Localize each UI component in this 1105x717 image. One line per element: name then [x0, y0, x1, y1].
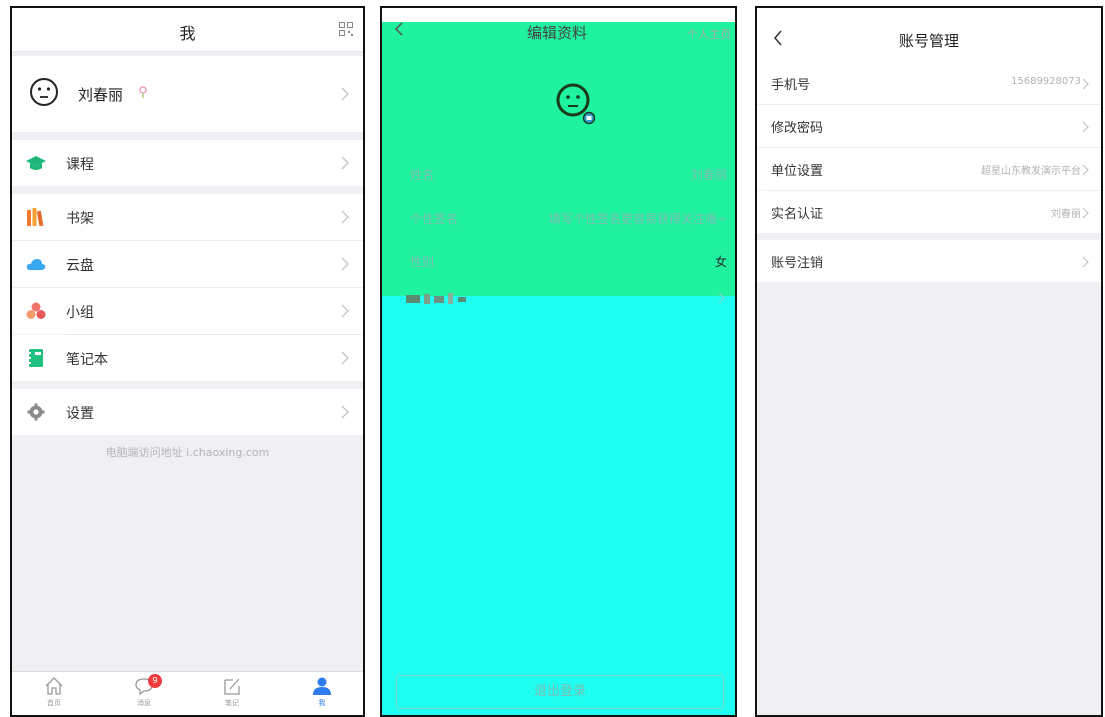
- chevron-right-icon: [1082, 207, 1089, 219]
- qr-code-icon[interactable]: [339, 22, 353, 36]
- corrupted-row-icon: [406, 293, 466, 304]
- page-title: 编辑资料: [527, 24, 588, 42]
- field-label: 个性签名: [410, 212, 459, 226]
- menu-item-settings[interactable]: 设置: [12, 389, 363, 435]
- tab-me[interactable]: 我: [298, 676, 346, 715]
- logout-button[interactable]: 退出登录: [396, 675, 724, 709]
- row-label: 实名认证: [771, 207, 824, 222]
- field-label: 姓名: [410, 168, 435, 182]
- menu-item-courses[interactable]: 课程: [12, 140, 363, 186]
- menu-item-label: 笔记本: [66, 352, 108, 368]
- profile-name: 刘春丽: [78, 86, 124, 104]
- row-label: 手机号: [771, 78, 811, 93]
- me-screen: 我 刘春丽 课程 书架 云盘 小组 笔记本 设置 电脑端访问地址 i.chaox…: [10, 6, 365, 717]
- menu-item-label: 小组: [66, 305, 94, 321]
- row-label: 账号注销: [771, 256, 824, 271]
- tab-label: 笔记: [225, 699, 239, 707]
- field-value: 女: [714, 255, 727, 269]
- menu-item-label: 设置: [66, 406, 94, 422]
- home-icon: [45, 677, 63, 695]
- account-nav-bar: 账号管理: [757, 8, 1101, 62]
- row-phone[interactable]: 手机号 15689928073: [757, 62, 1101, 104]
- chevron-right-icon: [1082, 256, 1089, 268]
- gear-icon: [27, 403, 45, 421]
- field-label: 性别: [410, 255, 435, 269]
- bookshelf-icon: [27, 208, 44, 226]
- back-arrow-icon[interactable]: [394, 22, 404, 36]
- menu-item-bookshelf[interactable]: 书架: [12, 194, 363, 240]
- chevron-right-icon: [341, 304, 349, 318]
- notebook-icon: [27, 349, 43, 367]
- note-edit-icon: [224, 678, 240, 695]
- chevron-right-icon: [1082, 121, 1089, 133]
- edit-profile-screen: 编辑资料 个人主页 姓名 刘春丽 个性签名 填写个性签名更容易获得关注哦~ 性别…: [380, 6, 737, 717]
- row-label: 单位设置: [771, 164, 824, 179]
- chevron-right-icon: [341, 87, 349, 101]
- row-change-password[interactable]: 修改密码: [757, 105, 1101, 147]
- menu-item-group[interactable]: 小组: [12, 288, 363, 334]
- profile-card[interactable]: 刘春丽: [12, 56, 363, 132]
- row-real-name-verification[interactable]: 实名认证 刘春丽: [757, 191, 1101, 233]
- field-value: 填写个性签名更容易获得关注哦~: [548, 212, 727, 226]
- page-title: 我: [179, 24, 196, 43]
- avatar[interactable]: [555, 82, 595, 126]
- tab-home[interactable]: 首页: [30, 676, 78, 715]
- field-signature[interactable]: 个性签名 填写个性签名更容易获得关注哦~: [382, 210, 735, 232]
- graduation-cap-icon: [26, 156, 46, 170]
- menu-item-label: 课程: [66, 157, 94, 173]
- me-nav-bar: 我: [12, 8, 363, 52]
- chevron-right-icon: [718, 292, 725, 304]
- chevron-right-icon: [1082, 78, 1089, 90]
- avatar: [30, 78, 58, 106]
- page-title: 账号管理: [898, 32, 959, 50]
- tab-label: 消息: [137, 699, 151, 707]
- chevron-right-icon: [341, 405, 349, 419]
- menu-item-notebook[interactable]: 笔记本: [12, 335, 363, 381]
- unread-badge: 9: [148, 674, 162, 688]
- tab-notes[interactable]: 笔记: [208, 676, 256, 715]
- row-value: 刘春丽: [1051, 209, 1081, 220]
- field-name[interactable]: 姓名 刘春丽: [382, 166, 735, 188]
- row-organization[interactable]: 单位设置 超星山东教发演示平台: [757, 148, 1101, 190]
- chevron-right-icon: [341, 210, 349, 224]
- female-gender-icon: [139, 86, 147, 98]
- tab-label: 首页: [47, 699, 61, 707]
- row-label: 修改密码: [771, 121, 824, 136]
- menu-item-cloud-drive[interactable]: 云盘: [12, 241, 363, 287]
- person-icon: [313, 677, 331, 695]
- field-value: 刘春丽: [690, 168, 727, 182]
- group-icon: [26, 302, 46, 319]
- chevron-right-icon: [341, 257, 349, 271]
- menu-item-label: 云盘: [66, 258, 94, 274]
- row-cancel-account[interactable]: 账号注销: [757, 240, 1101, 282]
- cloud-icon: [26, 259, 46, 270]
- account-management-screen: 账号管理 手机号 15689928073 修改密码 单位设置 超星山东教发演示平…: [755, 6, 1103, 717]
- pc-access-tip: 电脑端访问地址 i.chaoxing.com: [105, 446, 270, 459]
- field-gender[interactable]: 性别 女: [382, 253, 735, 275]
- chevron-right-icon: [341, 351, 349, 365]
- chevron-right-icon: [341, 156, 349, 170]
- tab-label: 我: [318, 699, 326, 707]
- chevron-right-icon: [1082, 164, 1089, 176]
- row-value: 超星山东教发演示平台: [981, 166, 1081, 177]
- bottom-tab-bar: 首页 9 消息 笔记 我: [12, 671, 363, 715]
- personal-homepage-link[interactable]: 个人主页: [687, 26, 731, 42]
- row-value: 15689928073: [1011, 76, 1081, 87]
- tab-messages[interactable]: 9 消息: [120, 674, 168, 715]
- menu-item-label: 书架: [66, 211, 94, 227]
